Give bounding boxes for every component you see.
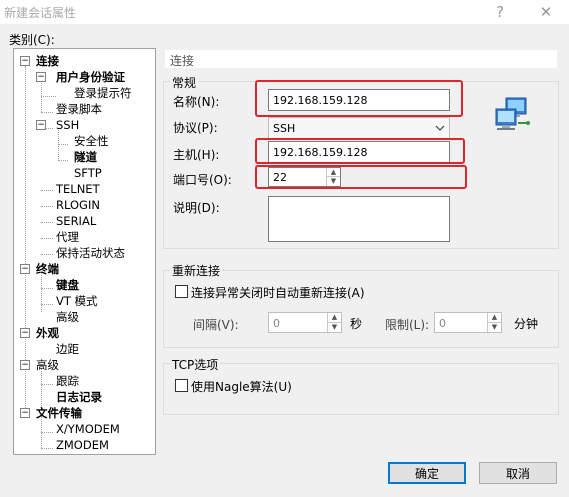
chevron-down-icon: [435, 125, 445, 131]
tree-item-connection[interactable]: 连接: [36, 54, 59, 68]
tree-toggle-appearance[interactable]: −: [20, 328, 30, 338]
tree-item-telnet[interactable]: TELNET: [56, 182, 100, 196]
name-label: 名称(N):: [173, 95, 220, 109]
tree-item-proxy[interactable]: 代理: [56, 230, 79, 244]
tree-item-login-prompt[interactable]: 登录提示符: [74, 86, 132, 100]
network-computers-icon: [495, 97, 530, 130]
tree-item-ssh[interactable]: SSH: [56, 118, 79, 132]
general-legend: 常规: [170, 74, 199, 91]
description-textarea[interactable]: [268, 196, 450, 242]
tree-item-file-transfer[interactable]: 文件传输: [36, 406, 82, 420]
interval-label: 间隔(V):: [193, 318, 239, 332]
tree-item-zmodem[interactable]: ZMODEM: [56, 438, 109, 452]
host-label: 主机(H):: [173, 148, 220, 162]
tree-item-advanced[interactable]: 高级: [36, 358, 59, 372]
nagle-checkbox[interactable]: [175, 379, 188, 392]
limit-input[interactable]: 0 ▲ ▼: [434, 312, 502, 333]
protocol-select[interactable]: SSH: [268, 117, 450, 139]
tree-item-serial[interactable]: SERIAL: [56, 214, 96, 228]
title-bar: 新建会话属性 ? ✕: [0, 0, 569, 24]
interval-spinner[interactable]: ▲ ▼: [327, 313, 341, 332]
tree-toggle-file-transfer[interactable]: −: [20, 408, 30, 418]
tree-item-rlogin[interactable]: RLOGIN: [56, 198, 100, 212]
limit-spinner[interactable]: ▲ ▼: [487, 313, 501, 332]
ok-button[interactable]: 确定: [388, 462, 466, 484]
tree-item-margin[interactable]: 边距: [56, 342, 79, 356]
category-label: 类别(C):: [9, 33, 55, 47]
tree-toggle-ssh[interactable]: −: [36, 120, 46, 130]
close-button[interactable]: ✕: [531, 2, 561, 22]
window-title: 新建会话属性: [4, 6, 77, 20]
tree-toggle-auth[interactable]: −: [36, 72, 46, 82]
auto-reconnect-checkbox[interactable]: [175, 285, 188, 298]
nagle-label[interactable]: 使用Nagle算法(U): [191, 378, 292, 395]
highlight-box-host: [255, 138, 465, 164]
cancel-button[interactable]: 取消: [479, 462, 557, 484]
tree-item-keepalive[interactable]: 保持活动状态: [56, 246, 125, 260]
tree-item-appearance[interactable]: 外观: [36, 326, 59, 340]
tree-item-vt-mode[interactable]: VT 模式: [56, 294, 98, 308]
port-label: 端口号(O):: [173, 173, 232, 187]
limit-value: 0: [439, 317, 446, 330]
tree-item-login-script[interactable]: 登录脚本: [56, 102, 102, 116]
tree-item-security[interactable]: 安全性: [74, 134, 109, 148]
reconnect-legend: 重新连接: [170, 262, 223, 279]
tree-item-keyboard[interactable]: 键盘: [56, 278, 79, 292]
interval-input[interactable]: 0 ▲ ▼: [268, 312, 342, 333]
tree-item-trace[interactable]: 跟踪: [56, 374, 79, 388]
tree-toggle-terminal[interactable]: −: [20, 264, 30, 274]
panel-title: 连接: [170, 54, 195, 68]
reconnect-group: [163, 270, 559, 348]
highlight-box-name: [255, 80, 463, 117]
tree-item-sftp[interactable]: SFTP: [74, 166, 102, 180]
tree-item-user-auth[interactable]: 用户身份验证: [56, 70, 125, 84]
interval-value: 0: [273, 317, 280, 330]
tree-item-tunnel[interactable]: 隧道: [74, 150, 97, 164]
description-label: 说明(D):: [173, 201, 220, 215]
tree-item-logging[interactable]: 日志记录: [56, 390, 102, 404]
tree-toggle-connection[interactable]: −: [20, 56, 30, 66]
category-tree[interactable]: − − − − − − − 连接 用户身份验证 登录提示符 登录脚本 SSH 安…: [13, 48, 156, 455]
protocol-label: 协议(P):: [173, 121, 218, 135]
protocol-value: SSH: [273, 122, 296, 135]
tree-item-terminal[interactable]: 终端: [36, 262, 59, 276]
help-button[interactable]: ?: [485, 2, 515, 22]
tcp-legend: TCP选项: [170, 356, 221, 373]
limit-label: 限制(L):: [385, 318, 430, 332]
interval-unit: 秒: [350, 317, 363, 331]
auto-reconnect-label[interactable]: 连接异常关闭时自动重新连接(A): [191, 284, 365, 301]
limit-unit: 分钟: [514, 317, 539, 331]
panel-header: 连接: [165, 50, 557, 68]
tree-toggle-advanced[interactable]: −: [20, 360, 30, 370]
tree-item-terminal-advanced[interactable]: 高级: [56, 310, 79, 324]
highlight-box-port: [255, 165, 467, 189]
tree-item-xymodem[interactable]: X/YMODEM: [56, 422, 120, 436]
